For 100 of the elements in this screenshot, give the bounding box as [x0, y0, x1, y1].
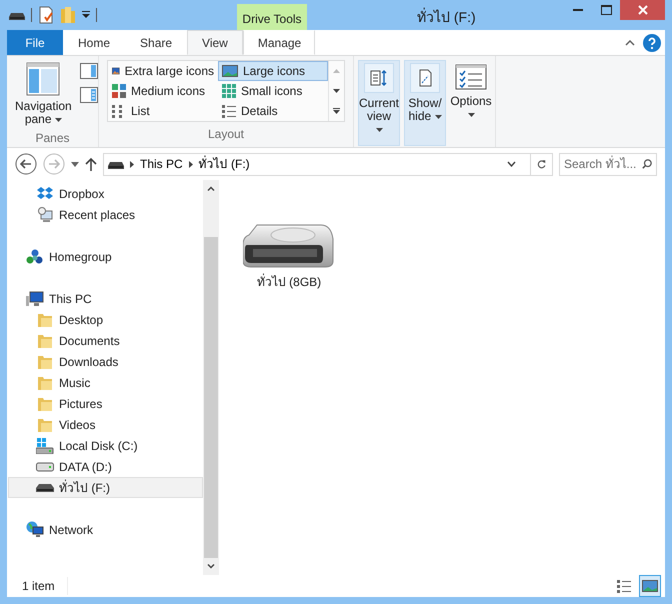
- chevron-right-icon: [130, 160, 134, 168]
- document-checkmark-icon: [38, 6, 54, 24]
- picture-icon: [642, 580, 658, 592]
- medium-icons-icon: [112, 84, 126, 98]
- group-label: Layout: [206, 126, 246, 143]
- clock-monitor-icon: [37, 206, 53, 222]
- chevron-up-icon: [333, 69, 340, 73]
- caret-icon: [71, 162, 79, 166]
- collapse-ribbon-button[interactable]: [625, 40, 635, 46]
- nav-item[interactable]: Desktop: [8, 309, 203, 330]
- nav-item[interactable]: ทั่วไป (F:): [8, 477, 203, 498]
- folder-icon: [60, 6, 76, 24]
- layout-option[interactable]: List: [108, 101, 218, 121]
- chevron-down-icon: [507, 161, 516, 167]
- breadcrumb[interactable]: This PC: [140, 155, 183, 173]
- checklist-window-icon: [455, 63, 487, 91]
- details-pane-icon: [80, 87, 98, 103]
- computer-icon: [26, 290, 44, 306]
- address-bar[interactable]: This PC ทั่วไป (F:): [103, 152, 553, 176]
- drive-icon: [9, 10, 25, 20]
- show-hide-button[interactable]: Show/ hide: [404, 60, 446, 146]
- sort-columns-icon: [370, 69, 388, 87]
- breadcrumb[interactable]: ทั่วไป (F:): [198, 155, 250, 173]
- close-button[interactable]: [620, 0, 665, 20]
- up-arrow-icon: [85, 157, 97, 171]
- ribbon-tab[interactable]: View: [187, 30, 243, 55]
- address-dropdown-button[interactable]: [507, 161, 516, 167]
- nav-item[interactable]: Dropbox: [8, 183, 203, 204]
- nav-item[interactable]: This PC: [8, 288, 203, 309]
- close-icon: [638, 5, 648, 15]
- layout-option[interactable]: Large icons: [218, 61, 328, 81]
- maximize-icon: [600, 5, 612, 15]
- chevron-up-icon: [207, 186, 215, 191]
- caret-icon: [82, 11, 90, 19]
- scrollbar-thumb[interactable]: [204, 237, 218, 558]
- pane-layout-icon: [26, 62, 60, 96]
- drive-item[interactable]: ทั่วไป (8GB): [241, 218, 337, 294]
- nav-item[interactable]: Documents: [8, 330, 203, 351]
- expand-icon: [333, 108, 340, 114]
- folder-icon: [37, 354, 53, 370]
- large-icons-view-button[interactable]: [639, 575, 661, 597]
- chevron-down-icon: [207, 564, 215, 569]
- recent-locations-button[interactable]: [71, 162, 79, 166]
- preview-pane-icon: [80, 63, 98, 79]
- nav-item[interactable]: Music: [8, 372, 203, 393]
- layout-option[interactable]: Small icons: [218, 81, 328, 101]
- options-button[interactable]: Options: [450, 60, 492, 146]
- layout-option[interactable]: Details: [218, 101, 328, 121]
- minimize-icon: [573, 9, 583, 11]
- ribbon-tab[interactable]: Share: [125, 30, 188, 55]
- nav-item[interactable]: Network: [8, 519, 203, 540]
- picture-icon: [222, 65, 238, 77]
- caret-icon: [376, 128, 382, 132]
- navigation-pane-button[interactable]: Navigation pane: [11, 59, 76, 129]
- details-pane-button[interactable]: [80, 87, 98, 103]
- chevron-right-icon: [188, 160, 193, 168]
- chevron-down-icon: [333, 89, 340, 93]
- small-icons-icon: [222, 84, 236, 98]
- search-icon: [642, 158, 652, 170]
- caret-icon: [54, 118, 62, 122]
- ribbon-tab[interactable]: Home: [63, 30, 126, 55]
- details-icon: [222, 104, 236, 118]
- back-button[interactable]: [15, 153, 37, 175]
- caret-icon: [434, 114, 442, 119]
- folder-icon: [37, 416, 53, 432]
- nav-item[interactable]: Recent places: [8, 204, 203, 225]
- network-icon: [26, 521, 44, 538]
- folder-icon: [37, 312, 53, 328]
- layout-option[interactable]: Medium icons: [108, 81, 218, 101]
- drive-icon: [36, 462, 54, 472]
- current-view-button[interactable]: Current view: [358, 60, 400, 146]
- up-button[interactable]: [85, 157, 97, 171]
- status-text: 1 item: [22, 577, 68, 595]
- folder-icon: [37, 332, 53, 348]
- drive-icon: [36, 483, 54, 492]
- help-button[interactable]: [643, 34, 661, 52]
- preview-pane-button[interactable]: [80, 63, 98, 79]
- layout-option[interactable]: Extra large icons: [108, 61, 218, 81]
- caret-icon: [468, 112, 474, 117]
- nav-item[interactable]: Downloads: [8, 351, 203, 372]
- system-drive-icon: [36, 438, 54, 454]
- group-label: Panes: [34, 130, 71, 147]
- homegroup-icon: [26, 248, 44, 264]
- folder-icon: [37, 374, 53, 390]
- nav-item[interactable]: Videos: [8, 414, 203, 435]
- search-field[interactable]: Search ทั่วไ...: [559, 152, 657, 176]
- help-icon: [643, 34, 661, 52]
- details-icon: [617, 579, 631, 593]
- nav-item[interactable]: Homegroup: [8, 246, 203, 267]
- refresh-icon: [537, 158, 546, 170]
- nav-item[interactable]: Local Disk (C:): [8, 435, 203, 456]
- window-title: ทั่วไป (F:): [417, 7, 476, 27]
- dropbox-icon: [37, 186, 53, 202]
- customize-dropdown[interactable]: [82, 11, 90, 19]
- nav-item[interactable]: DATA (D:): [8, 456, 203, 477]
- chevron-up-icon: [625, 40, 635, 46]
- nav-item[interactable]: Pictures: [8, 393, 203, 414]
- ribbon-tab[interactable]: File: [7, 30, 63, 55]
- drive-icon: [108, 160, 124, 168]
- contextual-tab-label: Drive Tools: [237, 4, 307, 30]
